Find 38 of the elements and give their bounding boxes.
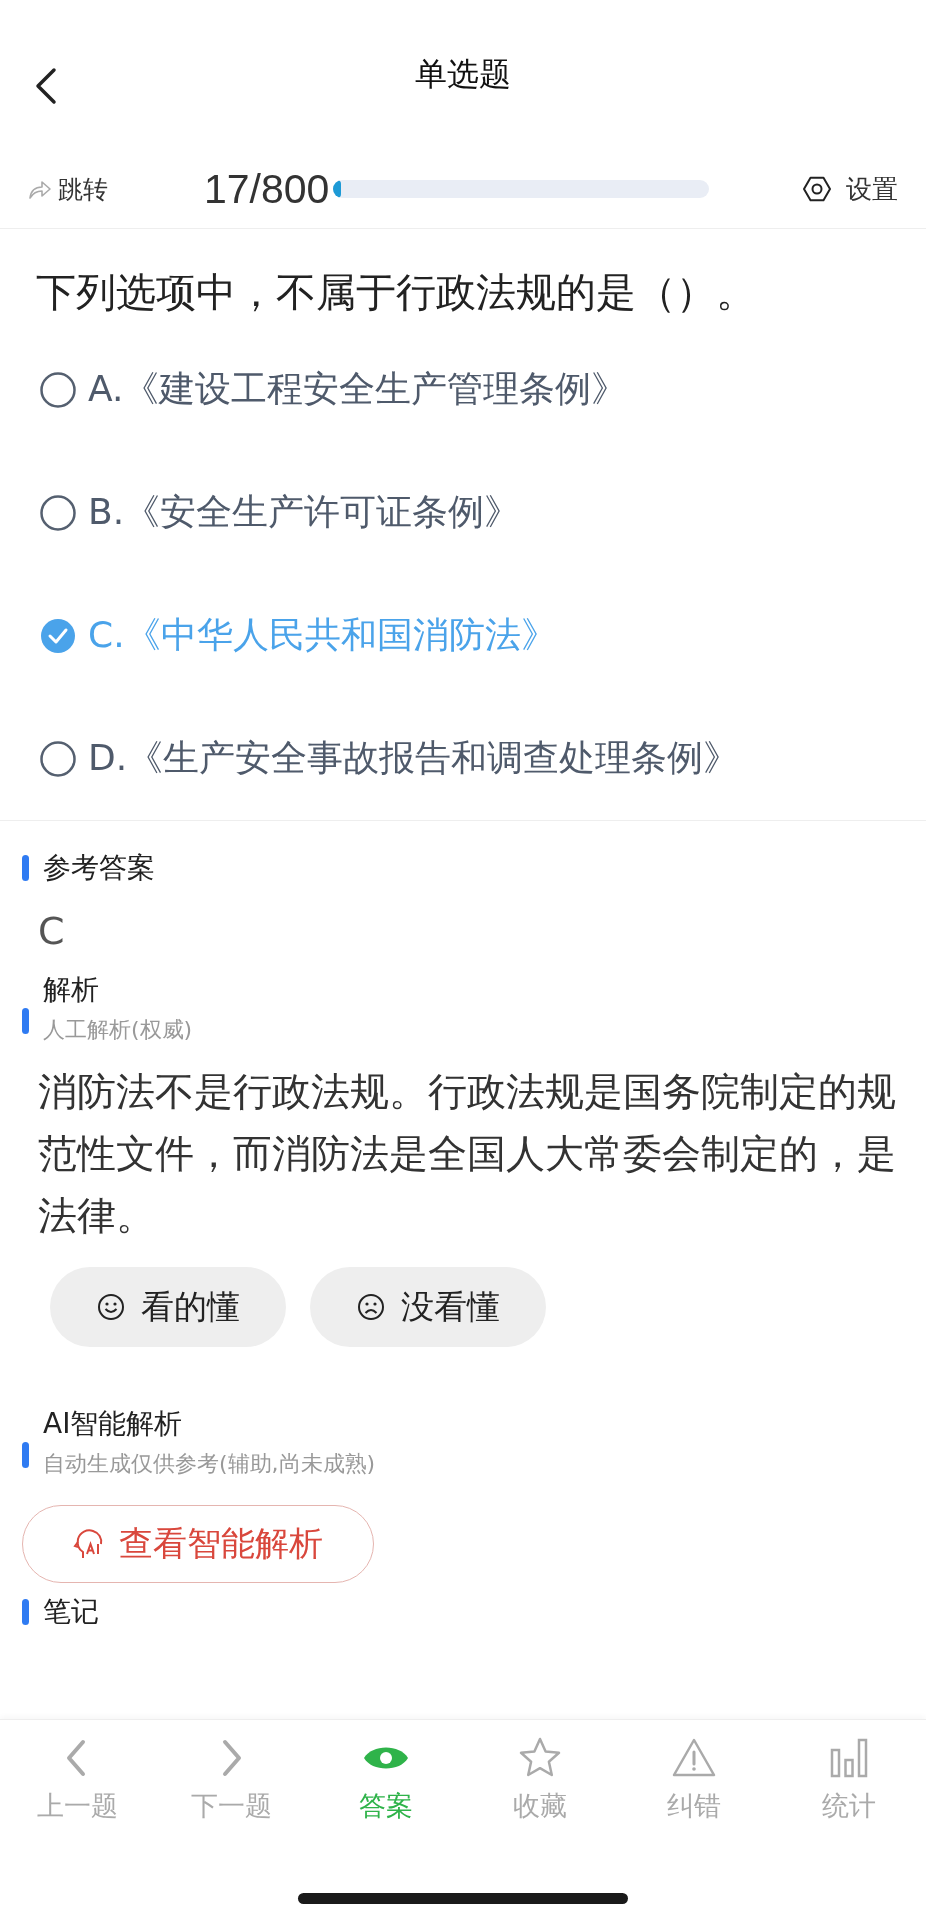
analysis-text: 消防法不是行政法规。行政法规是国务院制定的规范性文件，而消防法是全国人大常委会制定的，是法律。 — [38, 1068, 897, 1240]
settings-icon — [802, 174, 832, 204]
settings-button[interactable]: 设置 — [802, 171, 898, 207]
nav-tab[interactable]: 统计 — [771, 1736, 926, 1824]
answer-value: C — [37, 908, 66, 953]
answer-option[interactable]: C.《中华人民共和国消防法》 — [0, 574, 926, 697]
section-heading: 参考答案 — [43, 850, 155, 886]
section-heading: 解析 — [43, 972, 100, 1008]
radio-checked-icon — [40, 617, 76, 654]
feedback-button[interactable]: 没看懂 — [310, 1267, 546, 1347]
section-subtitle: 人工解析(权威) — [43, 1016, 193, 1044]
page-title: 单选题 — [415, 54, 511, 95]
jump-button[interactable]: 跳转 — [28, 172, 204, 206]
answer-option[interactable]: B.《安全生产许可证条例》 — [0, 451, 926, 574]
radio-icon — [40, 494, 76, 531]
accent-bar — [22, 855, 29, 881]
feedback-button[interactable]: 看的懂 — [50, 1267, 286, 1347]
question-text: 下列选项中，不属于行政法规的是（）。 — [35, 268, 757, 317]
radio-icon — [40, 371, 76, 408]
nav-tab[interactable]: 上一题 — [0, 1736, 155, 1824]
nav-tab[interactable]: 纠错 — [617, 1736, 772, 1824]
share-arrow-icon — [28, 178, 52, 200]
nav-tab[interactable]: 下一题 — [154, 1736, 309, 1824]
section-heading: 笔记 — [43, 1594, 99, 1630]
nav-tab[interactable]: 答案 — [308, 1736, 463, 1824]
smile-icon — [96, 1293, 125, 1321]
answer-option[interactable]: A.《建设工程安全生产管理条例》 — [0, 328, 926, 451]
frown-icon — [356, 1293, 385, 1321]
section-subtitle: 自动生成仅供参考(辅助,尚未成熟) — [43, 1450, 376, 1478]
accent-bar — [22, 1599, 29, 1625]
question-counter: 17/800 — [204, 165, 330, 213]
back-icon[interactable] — [34, 66, 58, 106]
accent-bar — [22, 1442, 29, 1468]
accent-bar — [22, 1008, 29, 1034]
nav-tab[interactable]: 收藏 — [463, 1736, 618, 1824]
radio-icon — [40, 740, 76, 777]
answer-option[interactable]: D.《生产安全事故报告和调查处理条例》 — [0, 697, 926, 820]
section-heading: AI智能解析 — [43, 1406, 184, 1442]
